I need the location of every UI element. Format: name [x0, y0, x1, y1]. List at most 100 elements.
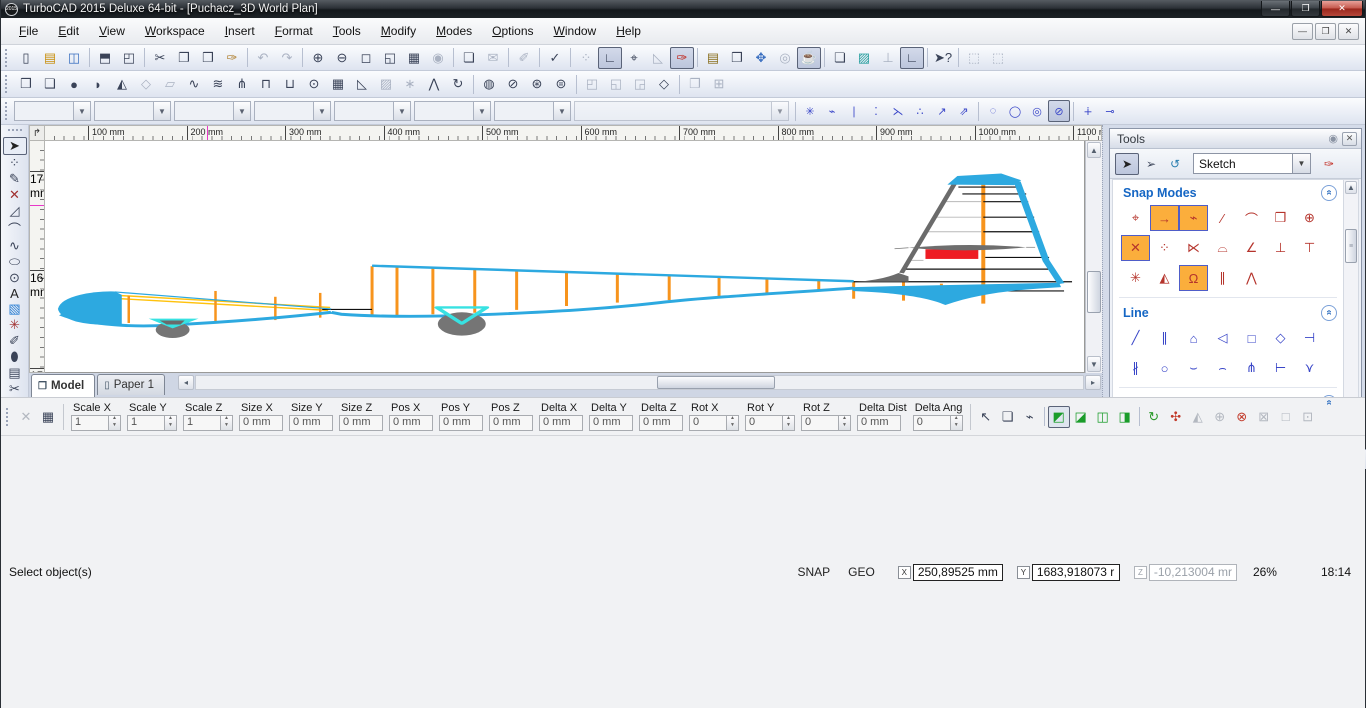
hatch-tool[interactable]: ▤ — [3, 365, 27, 381]
3d-cone[interactable]: ◭ — [110, 73, 134, 95]
menu-item[interactable]: Modes — [426, 21, 482, 41]
snap-mode-concentric[interactable]: ◎ — [1026, 100, 1048, 122]
property-combo-pen-style[interactable]: ▼ — [94, 101, 171, 121]
ellipse-tool[interactable]: ⬭ — [3, 254, 27, 270]
fit-array[interactable]: ⊞ — [707, 73, 731, 95]
sketch-tool[interactable]: ✎ — [3, 171, 27, 187]
snap-mode-tangent[interactable]: ↗ — [931, 100, 953, 122]
spinner[interactable]: ▲▼ — [839, 415, 851, 431]
cut[interactable]: ✂ — [148, 47, 172, 69]
tab-paper-1[interactable]: ▯ Paper 1 — [97, 374, 165, 395]
send-drawing[interactable]: ❏ — [457, 47, 481, 69]
snap-mode-arc-center[interactable]: ◯ — [1004, 100, 1026, 122]
3d-box-tool[interactable]: ❒ — [14, 73, 38, 95]
format-painter[interactable]: ✑ — [220, 47, 244, 69]
minimize-button[interactable]: — — [1261, 1, 1290, 17]
3d-disc[interactable]: ⊙ — [302, 73, 326, 95]
snap-toggle[interactable]: SNAP — [788, 565, 839, 579]
mdi-restore-button[interactable]: ❐ — [1315, 23, 1336, 40]
close-icon[interactable]: ✕ — [1342, 132, 1357, 146]
snap-mode-midpoint[interactable]: ∔ — [1077, 100, 1099, 122]
3d-sphere[interactable]: ● — [62, 73, 86, 95]
line-branch[interactable]: ⋎ — [1295, 355, 1324, 381]
print[interactable]: ⬒ — [93, 47, 117, 69]
select-mode-cp[interactable]: ◫ — [1092, 406, 1114, 428]
line-chamfer[interactable]: ⋔ — [1237, 355, 1266, 381]
line-polygon[interactable]: ⌂ — [1179, 325, 1208, 351]
trim-tool[interactable]: ✂ — [3, 381, 27, 397]
chevron-down-icon[interactable]: ▼ — [1292, 154, 1310, 173]
line-tangent-to-circle[interactable]: ○ — [1150, 355, 1179, 381]
field-value[interactable]: 0 — [913, 415, 951, 431]
scale-selector[interactable]: ✣ — [1165, 406, 1187, 428]
property-combo-pen-width[interactable]: ▼ — [174, 101, 251, 121]
inspector-calculator[interactable]: ▦ — [37, 406, 59, 428]
snap-angle[interactable]: ⋀ — [1237, 265, 1266, 291]
field-value[interactable]: 0 mm — [857, 415, 901, 431]
vertical-scrollbar[interactable]: ▲ ▼ — [1085, 141, 1102, 373]
zoom-extents[interactable]: ◱ — [378, 47, 402, 69]
palette-scrollbar[interactable]: ▲ ≡ ▼ — [1343, 180, 1358, 445]
ruler-origin-icon[interactable]: ↱ — [29, 125, 45, 141]
ucs-icon[interactable]: ∟ — [900, 47, 924, 69]
line-tangent-from-arc[interactable]: ⌣ — [1179, 355, 1208, 381]
workplane[interactable]: ⊥ — [876, 47, 900, 69]
field-value[interactable]: 0 mm — [239, 415, 283, 431]
menu-item[interactable]: Tools — [323, 21, 371, 41]
open-file[interactable]: ▤ — [38, 47, 62, 69]
render-scene[interactable]: ☕ — [797, 47, 821, 69]
spinner[interactable]: ▲▼ — [221, 415, 233, 431]
field-value[interactable]: 0 mm — [439, 415, 483, 431]
save-file[interactable]: ◫ — [62, 47, 86, 69]
context-help[interactable]: ➤? — [931, 47, 955, 69]
rotate-selector[interactable]: ↻ — [1143, 406, 1165, 428]
collapse-icon[interactable]: » — [1321, 185, 1337, 201]
select-tool[interactable]: ➤ — [3, 137, 27, 155]
aperture[interactable]: ⌖ — [622, 47, 646, 69]
3d-rotated-box[interactable]: ❑ — [38, 73, 62, 95]
snap-ortho[interactable]: ∥ — [1208, 265, 1237, 291]
group-tool[interactable]: ⬚ — [962, 47, 986, 69]
paste[interactable]: ❒ — [196, 47, 220, 69]
arc-tool[interactable]: ⌒ — [3, 219, 27, 238]
3d-shell[interactable]: ◲ — [628, 73, 652, 95]
scrollbar-thumb[interactable]: ≡ — [1345, 229, 1357, 263]
spinner[interactable]: ▲▼ — [109, 415, 121, 431]
field-value[interactable]: 0 mm — [489, 415, 533, 431]
menu-item[interactable]: Help — [606, 21, 651, 41]
select-by-window[interactable]: ❏ — [997, 406, 1019, 428]
snap-quadrant[interactable]: ⊕ — [1295, 205, 1324, 231]
ungroup-tool[interactable]: ⬚ — [986, 47, 1010, 69]
3d-mesh[interactable]: ▦ — [326, 73, 350, 95]
walk-through[interactable]: ✥ — [749, 47, 773, 69]
select-mode-2d[interactable]: ◩ — [1048, 406, 1070, 428]
field-value[interactable]: 0 mm — [589, 415, 633, 431]
field-value[interactable]: 0 mm — [389, 415, 433, 431]
3d-selector[interactable]: ⊡ — [1297, 406, 1319, 428]
snap-mode-endpoint[interactable]: ⊸ — [1099, 100, 1121, 122]
field-value[interactable]: 0 — [801, 415, 839, 431]
chevron-down-icon[interactable]: ▼ — [233, 102, 250, 120]
zoom-page[interactable]: ▦ — [402, 47, 426, 69]
palette-select-tool[interactable]: ➤ — [1115, 153, 1139, 175]
snap-mode-center[interactable]: ◌ — [982, 100, 1004, 122]
horizontal-scrollbar[interactable]: ◂ ▸ — [177, 374, 1102, 391]
field-value[interactable]: 0 mm — [639, 415, 683, 431]
scroll-up-icon[interactable]: ▲ — [1345, 181, 1357, 194]
open-palette[interactable]: ▤ — [701, 47, 725, 69]
spinner[interactable]: ▲▼ — [951, 415, 963, 431]
spinner[interactable]: ▲▼ — [165, 415, 177, 431]
snap-mode-intersection[interactable]: ⋋ — [887, 100, 909, 122]
snap-mode-divide[interactable]: ∴ — [909, 100, 931, 122]
field-value[interactable]: 0 mm — [339, 415, 383, 431]
snap-arc-center[interactable]: ⌒ — [1237, 205, 1266, 231]
snap-mode-all[interactable]: ✳ — [799, 100, 821, 122]
star-tool[interactable]: ✳ — [3, 317, 27, 333]
3d-wedge[interactable]: ▱ — [158, 73, 182, 95]
spinner[interactable]: ▲▼ — [727, 415, 739, 431]
active-brush[interactable]: ✑ — [670, 47, 694, 69]
geo-toggle[interactable]: GEO — [839, 565, 884, 579]
snap-divide-point[interactable]: ⋉ — [1179, 235, 1208, 261]
scroll-right-icon[interactable]: ▸ — [1085, 375, 1101, 390]
snap-vertical[interactable]: ⊤ — [1295, 235, 1324, 261]
